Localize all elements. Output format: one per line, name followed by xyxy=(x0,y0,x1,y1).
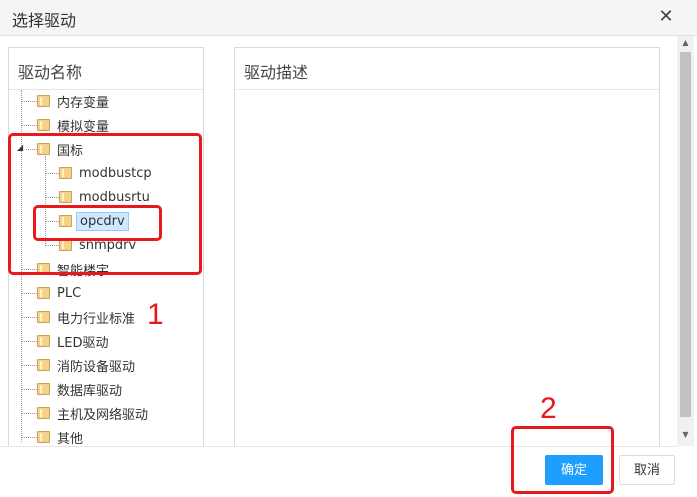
folder-icon xyxy=(37,383,50,395)
tree-branch-line xyxy=(21,293,37,294)
folder-icon xyxy=(37,95,50,107)
tree-branch-line xyxy=(21,389,37,390)
folder-icon xyxy=(37,407,50,419)
folder-icon xyxy=(59,215,72,227)
annotation-number-2: 2 xyxy=(540,392,557,425)
folder-icon xyxy=(59,191,72,203)
tree-item-other[interactable]: 其他 xyxy=(37,426,86,446)
tree-branch-line xyxy=(21,413,37,414)
close-icon[interactable]: ✕ xyxy=(654,5,678,29)
tree-item-fire-device-driver[interactable]: 消防设备驱动 xyxy=(37,354,138,376)
tree-item-plc[interactable]: PLC xyxy=(37,282,84,304)
tree-item-memory-var[interactable]: 内存变量 xyxy=(37,90,112,112)
folder-icon xyxy=(37,431,50,443)
annotation-number-1: 1 xyxy=(147,298,164,331)
folder-icon xyxy=(37,119,50,131)
cancel-button[interactable]: 取消 xyxy=(619,455,675,485)
folder-icon xyxy=(37,263,50,275)
folder-icon xyxy=(37,311,50,323)
scroll-thumb[interactable] xyxy=(680,52,691,417)
tree-item-power-standard[interactable]: 电力行业标准 xyxy=(37,306,138,328)
tree-branch-line xyxy=(21,317,37,318)
tree-item-simulated-var[interactable]: 模拟变量 xyxy=(37,114,112,136)
tree-item-led-driver[interactable]: LED驱动 xyxy=(37,330,111,352)
tree-branch-line xyxy=(45,173,59,174)
tree-branch-line xyxy=(21,269,37,270)
scroll-up-arrow-icon[interactable]: ▲ xyxy=(677,38,694,50)
driver-description-panel: 驱动描述 xyxy=(234,47,660,447)
tree-branch-line xyxy=(45,221,59,222)
tree-item-database-driver[interactable]: 数据库驱动 xyxy=(37,378,125,400)
tree-item-modbusrtu[interactable]: modbusrtu xyxy=(59,186,153,208)
tree-child-trunk-line xyxy=(45,156,46,246)
folder-icon xyxy=(37,335,50,347)
folder-icon xyxy=(59,239,72,251)
folder-icon xyxy=(37,287,50,299)
scroll-down-arrow-icon[interactable]: ▼ xyxy=(677,430,694,442)
folder-icon xyxy=(59,167,72,179)
folder-icon xyxy=(37,359,50,371)
tree-item-host-network-driver[interactable]: 主机及网络驱动 xyxy=(37,402,151,424)
tree-item-snmpdrv[interactable]: snmpdrv xyxy=(59,234,139,256)
tree-branch-line xyxy=(21,341,37,342)
driver-name-header: 驱动名称 xyxy=(9,48,203,90)
tree-branch-line xyxy=(26,149,37,150)
tree-item-smart-building[interactable]: 智能楼宇 xyxy=(37,258,112,280)
vertical-scrollbar[interactable]: ▲ ▼ xyxy=(677,36,694,446)
dialog-title: 选择驱动 xyxy=(12,11,77,30)
tree-branch-line xyxy=(45,245,59,246)
dialog-titlebar: 选择驱动 ✕ xyxy=(0,0,697,36)
driver-description-header: 驱动描述 xyxy=(235,48,659,90)
folder-icon xyxy=(37,143,50,155)
collapse-arrow-icon[interactable]: ◢ xyxy=(17,143,23,152)
tree-branch-line xyxy=(21,437,37,438)
driver-name-panel: 驱动名称 ◢ 内存变量 模拟变量 国标 modbustcp modbusrtu … xyxy=(8,47,204,447)
tree-branch-line xyxy=(45,197,59,198)
confirm-button[interactable]: 确定 xyxy=(545,455,603,485)
footer-divider xyxy=(0,446,677,447)
tree-item-opcdrv[interactable]: opcdrv xyxy=(59,210,129,232)
tree-branch-line xyxy=(21,125,37,126)
tree-item-modbustcp[interactable]: modbustcp xyxy=(59,162,155,184)
tree-branch-line xyxy=(21,101,37,102)
tree-item-national-standard[interactable]: 国标 xyxy=(37,138,86,160)
tree-branch-line xyxy=(21,365,37,366)
